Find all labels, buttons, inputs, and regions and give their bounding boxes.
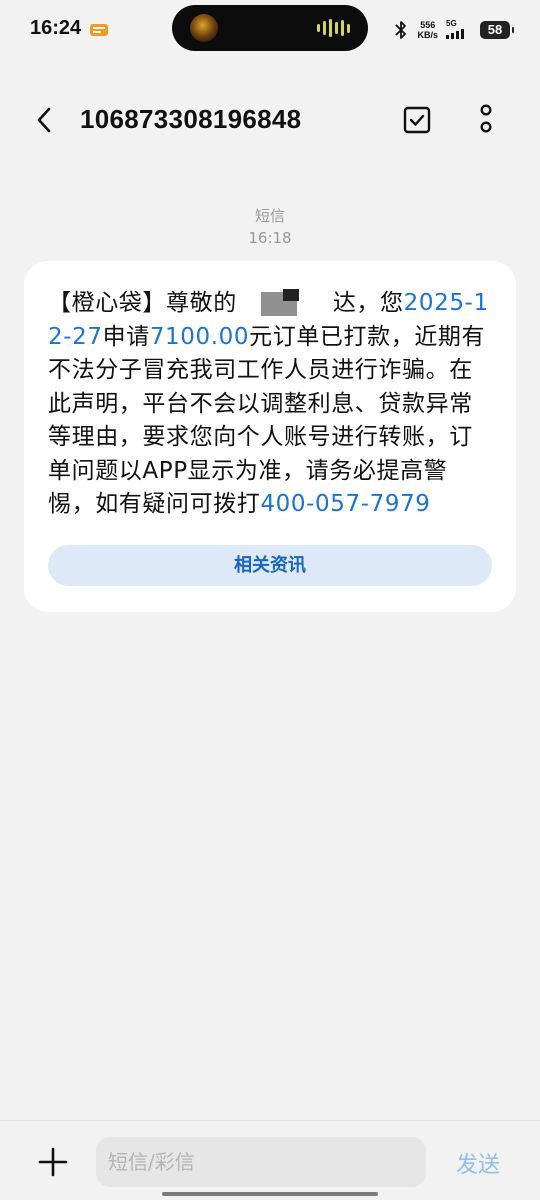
network-type: 5G xyxy=(446,19,457,28)
select-checkbox-icon xyxy=(403,106,431,134)
cellular-signal-icon: 5G xyxy=(446,19,472,41)
message-apply-text: 申请 xyxy=(102,323,150,350)
more-options-button[interactable] xyxy=(470,102,502,138)
audio-wave-icon xyxy=(317,19,350,37)
add-attachment-icon[interactable] xyxy=(38,1147,68,1177)
home-indicator[interactable] xyxy=(162,1192,378,1196)
back-arrow-icon xyxy=(37,107,51,133)
battery-icon: 58 xyxy=(480,21,514,39)
message-main-text: 元订单已打款，近期有不法分子冒充我司工作人员进行诈骗。在此声明，平台不会以调整利… xyxy=(48,323,486,518)
app-notification-icon xyxy=(90,24,108,36)
send-button[interactable]: 发送 xyxy=(456,1147,500,1179)
select-button[interactable] xyxy=(400,103,434,137)
message-input[interactable] xyxy=(96,1137,426,1187)
status-bar: 16:24 556 KB/s 5G 58 xyxy=(0,0,540,60)
status-time: 16:24 xyxy=(30,17,82,39)
compose-bar: 发送 xyxy=(0,1120,540,1200)
network-speed-value: 556 xyxy=(420,20,436,30)
amount-link[interactable]: 7100.00 xyxy=(150,324,249,350)
conversation-header: 106873308196848 xyxy=(0,90,540,152)
more-vertical-icon xyxy=(480,104,492,133)
redacted-name xyxy=(239,288,331,319)
dynamic-island[interactable] xyxy=(172,5,368,51)
message-bubble[interactable]: 【橙心袋】尊敬的 达，您2025-12-27申请7100.00元订单已打款，近期有… xyxy=(24,261,516,612)
message-meta: 短信 16:18 xyxy=(0,205,540,249)
message-channel: 短信 xyxy=(254,207,285,225)
message-brand-text: 【橙心袋】尊敬的 xyxy=(48,290,237,316)
back-button[interactable] xyxy=(28,104,60,136)
network-speed-unit: KB/s xyxy=(417,30,438,40)
battery-level: 58 xyxy=(487,22,503,37)
network-speed: 556 KB/s xyxy=(417,20,438,40)
message-time: 16:18 xyxy=(248,229,292,247)
phone-link[interactable]: 400-057-7979 xyxy=(260,491,430,517)
message-body: 【橙心袋】尊敬的 达，您2025-12-27申请7100.00元订单已打款，近期有… xyxy=(48,287,492,522)
sender-number: 106873308196848 xyxy=(80,104,302,134)
related-info-button[interactable]: 相关资讯 xyxy=(48,545,492,586)
music-cover-icon xyxy=(190,14,218,42)
message-greeting-tail: 达，您 xyxy=(332,290,404,316)
bluetooth-icon xyxy=(395,21,407,39)
